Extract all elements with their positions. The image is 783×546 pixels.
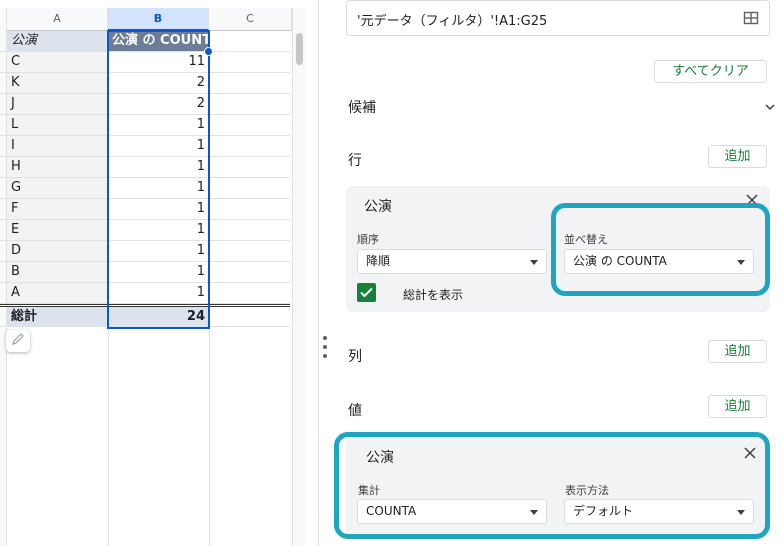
- show-totals-label: 総計を表示: [403, 288, 464, 302]
- cell-b[interactable]: 2: [108, 94, 209, 114]
- summarize-by-select-value: COUNTA: [366, 504, 417, 518]
- add-column-button[interactable]: 追加: [708, 340, 767, 363]
- table-row: L1: [0, 115, 290, 136]
- pivot-header-row: 公演 公演 の COUNTA: [0, 31, 290, 52]
- order-select-value: 降順: [366, 254, 391, 268]
- header-cell-b[interactable]: 公演 の COUNTA: [108, 31, 209, 51]
- pencil-icon: [11, 332, 25, 350]
- cell-b[interactable]: 2: [108, 73, 209, 93]
- cell-b[interactable]: 1: [108, 178, 209, 198]
- summarize-by-select[interactable]: COUNTA: [357, 499, 547, 524]
- table-row: F1: [0, 199, 290, 220]
- sheet-rows: 公演 公演 の COUNTA C11 K2 J2 L1 I1 H1 G1 F1 …: [0, 31, 290, 327]
- table-row: G1: [0, 178, 290, 199]
- clear-all-button[interactable]: すべてクリア: [654, 60, 767, 83]
- order-label: 順序: [357, 233, 379, 246]
- sort-by-select-value: 公演 の COUNTA: [573, 254, 667, 268]
- table-row: H1: [0, 157, 290, 178]
- table-row: A1: [0, 283, 290, 304]
- data-range-text: '元データ（フィルタ）'!A1:G25: [357, 14, 548, 29]
- cell-a[interactable]: G: [7, 178, 107, 198]
- order-select[interactable]: 降順: [357, 249, 547, 274]
- column-header-a[interactable]: A: [7, 8, 108, 31]
- spreadsheet-grid[interactable]: A B C 公演 公演 の COUNTA C11 K2 J2 L1 I1 H1 …: [0, 0, 318, 546]
- row-field-title: 公演: [364, 199, 392, 215]
- checkmark-icon: [360, 287, 373, 298]
- pivot-table-editor: '元データ（フィルタ）'!A1:G25 すべてクリア 候補 行 追加 公演 順序…: [330, 0, 783, 546]
- panel-divider: [318, 0, 319, 546]
- cell-a[interactable]: I: [7, 136, 107, 156]
- cell-a[interactable]: K: [7, 73, 107, 93]
- cell-a[interactable]: J: [7, 94, 107, 114]
- cell-b[interactable]: 1: [108, 220, 209, 240]
- show-as-label: 表示方法: [565, 484, 609, 497]
- cell-b[interactable]: 1: [108, 199, 209, 219]
- table-row: C 11: [0, 52, 290, 73]
- cell-b[interactable]: 1: [108, 241, 209, 261]
- show-totals-checkbox[interactable]: [357, 283, 376, 302]
- table-row: K2: [0, 73, 290, 94]
- cell-b[interactable]: 1: [108, 136, 209, 156]
- table-row: E1: [0, 220, 290, 241]
- cell-a[interactable]: H: [7, 157, 107, 177]
- column-header-c[interactable]: C: [209, 8, 292, 31]
- data-range-input[interactable]: '元データ（フィルタ）'!A1:G25: [346, 0, 770, 36]
- table-row: B1: [0, 262, 290, 283]
- fill-handle[interactable]: [204, 47, 213, 56]
- scrollbar-thumb[interactable]: [296, 33, 303, 65]
- cell-a[interactable]: C: [7, 52, 107, 72]
- dropdown-arrow-icon: [530, 260, 538, 265]
- grid-select-icon[interactable]: [743, 10, 759, 30]
- total-value-cell[interactable]: 24: [108, 307, 209, 327]
- rows-section-label: 行: [348, 153, 362, 169]
- value-field-title: 公演: [366, 450, 394, 466]
- summarize-by-label: 集計: [358, 484, 380, 497]
- cell-b[interactable]: 11: [108, 52, 209, 72]
- edit-pivot-button[interactable]: [6, 330, 30, 352]
- cell-a[interactable]: L: [7, 115, 107, 135]
- panel-resize-handle[interactable]: [322, 336, 328, 358]
- cell-a[interactable]: B: [7, 262, 107, 282]
- cell-b[interactable]: 1: [108, 157, 209, 177]
- cell[interactable]: [210, 31, 290, 51]
- column-header-b[interactable]: B: [108, 8, 209, 31]
- row-field-card: 公演 順序 降順 並べ替え 公演 の COUNTA 総計を表示: [346, 186, 770, 312]
- chevron-down-icon[interactable]: [765, 100, 775, 115]
- cell-a[interactable]: E: [7, 220, 107, 240]
- table-row: I1: [0, 136, 290, 157]
- cell-a[interactable]: F: [7, 199, 107, 219]
- cell-b[interactable]: 1: [108, 115, 209, 135]
- values-section-label: 値: [348, 403, 362, 419]
- close-icon[interactable]: [744, 447, 756, 463]
- close-icon[interactable]: [746, 194, 758, 210]
- value-field-card: 公演 集計 COUNTA 表示方法 デフォルト: [346, 437, 770, 537]
- sort-by-label: 並べ替え: [564, 233, 608, 246]
- grand-total-row: 総計 24: [0, 304, 290, 327]
- cell-b[interactable]: 1: [108, 283, 209, 303]
- dropdown-arrow-icon: [737, 260, 745, 265]
- header-cell-a[interactable]: 公演: [7, 31, 107, 51]
- dropdown-arrow-icon: [737, 510, 745, 515]
- dropdown-arrow-icon: [530, 510, 538, 515]
- total-label-cell[interactable]: 総計: [7, 307, 107, 327]
- table-row: J2: [0, 94, 290, 115]
- cell-a[interactable]: D: [7, 241, 107, 261]
- columns-section-label: 列: [348, 349, 362, 365]
- add-row-button[interactable]: 追加: [708, 145, 767, 168]
- vertical-scrollbar[interactable]: [292, 8, 306, 546]
- table-row: D1: [0, 241, 290, 262]
- show-as-select-value: デフォルト: [573, 504, 634, 518]
- suggestions-label[interactable]: 候補: [348, 97, 376, 117]
- add-value-button[interactable]: 追加: [708, 395, 767, 418]
- cell-b[interactable]: 1: [108, 262, 209, 282]
- cell-a[interactable]: A: [7, 283, 107, 303]
- show-as-select[interactable]: デフォルト: [564, 499, 754, 524]
- sort-by-select[interactable]: 公演 の COUNTA: [564, 249, 754, 274]
